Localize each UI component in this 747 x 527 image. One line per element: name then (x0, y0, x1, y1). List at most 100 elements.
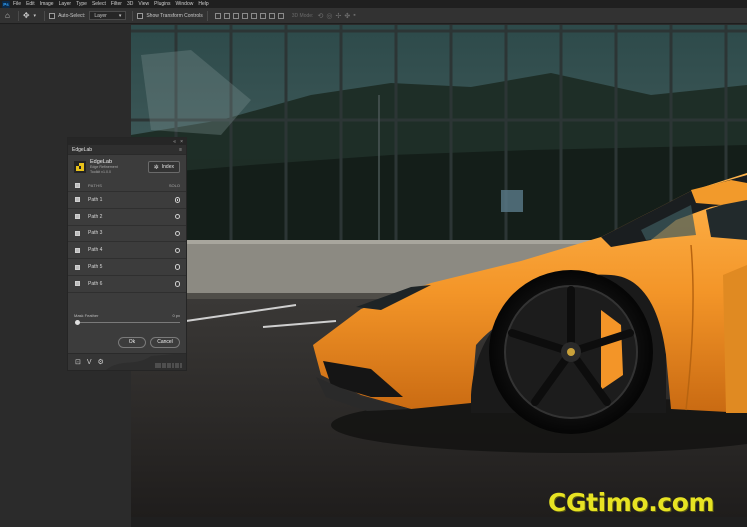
auto-select-checkbox[interactable] (49, 12, 56, 19)
collapse-icon[interactable]: « (173, 139, 176, 145)
path-checkbox[interactable] (75, 214, 80, 220)
paths-column-label: PATHS (88, 182, 103, 188)
path-row[interactable]: Path 1 (68, 192, 186, 209)
align-right-icon[interactable] (232, 12, 239, 19)
solo-radio[interactable] (174, 264, 180, 270)
path-row[interactable]: Path 6 (68, 276, 186, 293)
car-photo (131, 25, 747, 517)
divider (17, 10, 19, 21)
tab-edgelab[interactable]: EdgeLab (72, 147, 92, 153)
align-left-icon[interactable] (214, 12, 221, 19)
status-area (131, 517, 747, 527)
dialog-buttons: Ok Cancel (68, 336, 186, 348)
path-label: Path 5 (88, 264, 103, 271)
photoshop-logo[interactable]: Ps (2, 0, 10, 8)
panel-titlebar: « × (68, 138, 186, 145)
index-label: Index (161, 164, 174, 170)
align-center-icon[interactable] (223, 12, 230, 19)
menu-select[interactable]: Select (92, 1, 106, 7)
chevron-down-icon: ▾ (118, 12, 122, 19)
mask-feather-value: 0 px (172, 312, 180, 318)
transform-controls-label: Show Transform Controls (146, 12, 203, 19)
solo-radio[interactable] (174, 213, 180, 220)
menu-image[interactable]: Image (40, 1, 54, 7)
watermark-text: CGtimo.com (548, 488, 715, 517)
document-canvas[interactable] (131, 25, 747, 517)
edgelab-mark-icon[interactable]: V (87, 359, 92, 366)
path-row[interactable]: Path 3 (68, 226, 186, 243)
select-all-checkbox[interactable] (75, 182, 80, 188)
solo-radio[interactable] (174, 197, 180, 203)
mask-feather-slider-track[interactable] (77, 321, 180, 323)
edgelab-panel: « × EdgeLab ≡ EdgeLab Edge Refinement To… (67, 137, 187, 371)
panel-tab: EdgeLab ≡ (68, 145, 186, 155)
menu-filter[interactable]: Filter (111, 1, 122, 7)
index-button[interactable]: ✲ Index (147, 161, 180, 173)
paths-list-header: PATHS SOLO (68, 179, 186, 192)
path-label: Path 2 (88, 213, 103, 220)
options-bar: ⌂ ✥ ▾ Auto-Select: Layer ▾ Show Transfor… (0, 8, 747, 24)
path-label: Path 4 (88, 247, 103, 254)
menu-file[interactable]: File (13, 1, 21, 7)
path-checkbox[interactable] (75, 197, 80, 203)
path-checkbox[interactable] (75, 230, 80, 236)
chevron-down-icon[interactable]: ▾ (34, 13, 37, 19)
auto-select-dropdown[interactable]: Layer ▾ (89, 11, 127, 20)
solo-radio[interactable] (174, 230, 180, 237)
solo-column-label: SOLO (168, 182, 180, 188)
path-row[interactable]: Path 2 (68, 209, 186, 226)
mask-feather-slider-thumb[interactable] (75, 319, 80, 325)
solo-radio[interactable] (174, 247, 180, 254)
panel-footer: ⊡ V ⚙ (68, 353, 186, 370)
menu-help[interactable]: Help (198, 1, 208, 7)
gear-icon[interactable]: ⚙ (98, 358, 104, 366)
transform-controls-checkbox[interactable] (137, 12, 144, 19)
cancel-button[interactable]: Cancel (150, 336, 180, 348)
3d-rotate-icon[interactable]: ⟲ (317, 12, 323, 20)
mask-feather-label: Mask Feather (74, 312, 99, 318)
menu-edit[interactable]: Edit (26, 1, 35, 7)
path-row[interactable]: Path 5 (68, 259, 186, 276)
align-buttons (214, 12, 284, 19)
3d-mode-label: 3D Mode: (291, 12, 314, 19)
menu-plugins[interactable]: Plugins (154, 1, 170, 7)
3d-pan-icon[interactable]: ✢ (335, 12, 341, 20)
auto-select-label: Auto-Select: (58, 12, 86, 19)
frame-icon[interactable]: ⊡ (75, 358, 81, 366)
paths-list: Path 1 Path 2 Path 3 Path 4 Path 5 Path … (68, 192, 186, 293)
align-top-icon[interactable] (241, 12, 248, 19)
path-label: Path 6 (88, 280, 103, 287)
path-row[interactable]: Path 4 (68, 242, 186, 260)
path-label: Path 1 (88, 196, 103, 203)
menu-window[interactable]: Window (176, 1, 194, 7)
home-icon[interactable]: ⌂ (5, 11, 10, 20)
divider (132, 10, 134, 21)
align-middle-icon[interactable] (250, 12, 257, 19)
panel-menu-icon[interactable]: ≡ (179, 147, 182, 153)
3d-scale-icon[interactable]: ▪ (353, 12, 355, 20)
distribute-icon[interactable] (268, 12, 275, 19)
move-tool-icon[interactable]: ✥ (23, 11, 30, 20)
menu-view[interactable]: View (138, 1, 149, 7)
path-checkbox[interactable] (75, 264, 80, 270)
more-options-icon[interactable] (277, 12, 284, 19)
path-checkbox[interactable] (75, 281, 80, 287)
ok-button[interactable]: Ok (118, 336, 146, 348)
align-bottom-icon[interactable] (259, 12, 266, 19)
solo-radio[interactable] (174, 281, 180, 287)
menu-layer[interactable]: Layer (59, 1, 72, 7)
brand-subtitle: Edge Refinement (90, 164, 118, 169)
3d-roll-icon[interactable]: ◎ (326, 12, 332, 20)
divider (44, 10, 46, 21)
brand-version: Toolkit v1.0.0 (90, 169, 111, 174)
photoshop-window: Ps File Edit Image Layer Type Select Fil… (0, 0, 747, 527)
close-icon[interactable]: × (180, 139, 183, 145)
menu-type[interactable]: Type (76, 1, 87, 7)
3d-slide-icon[interactable]: ✤ (344, 12, 350, 20)
menu-3d[interactable]: 3D (127, 1, 133, 7)
path-label: Path 3 (88, 230, 103, 237)
mask-feather-control: Mask Feather 0 px (68, 313, 186, 333)
path-checkbox[interactable] (75, 247, 80, 253)
footer-decoration (106, 354, 186, 370)
3d-mode-icons: ⟲ ◎ ✢ ✤ ▪ (317, 12, 355, 20)
